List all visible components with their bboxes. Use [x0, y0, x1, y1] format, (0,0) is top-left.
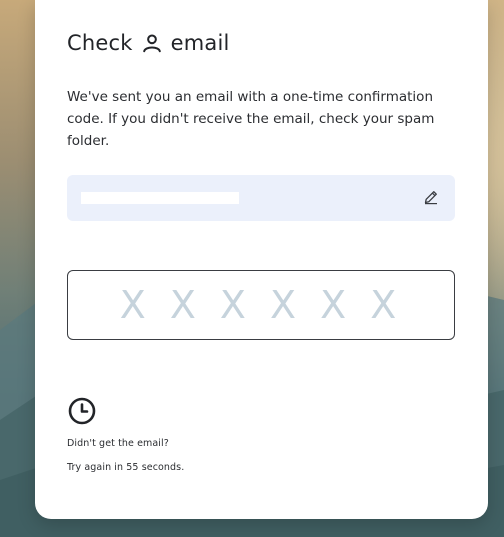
- title-text-check: Check: [67, 31, 133, 55]
- instructions-text: We've sent you an email with a one-time …: [67, 89, 435, 149]
- title-text-email: email: [170, 31, 230, 55]
- verification-card: Check email We've sent you an email with…: [35, 0, 488, 519]
- confirmation-code-input[interactable]: [67, 270, 455, 340]
- pencil-icon[interactable]: [423, 189, 439, 205]
- resend-countdown: Try again in 55 seconds.: [67, 462, 185, 473]
- email-display-field: [67, 175, 455, 221]
- person-icon: [142, 34, 161, 53]
- clock-icon: [68, 397, 96, 425]
- email-redaction-bar: [81, 192, 239, 204]
- resend-prompt: Didn't get the email?: [67, 438, 169, 449]
- page-title: Check email: [67, 31, 230, 55]
